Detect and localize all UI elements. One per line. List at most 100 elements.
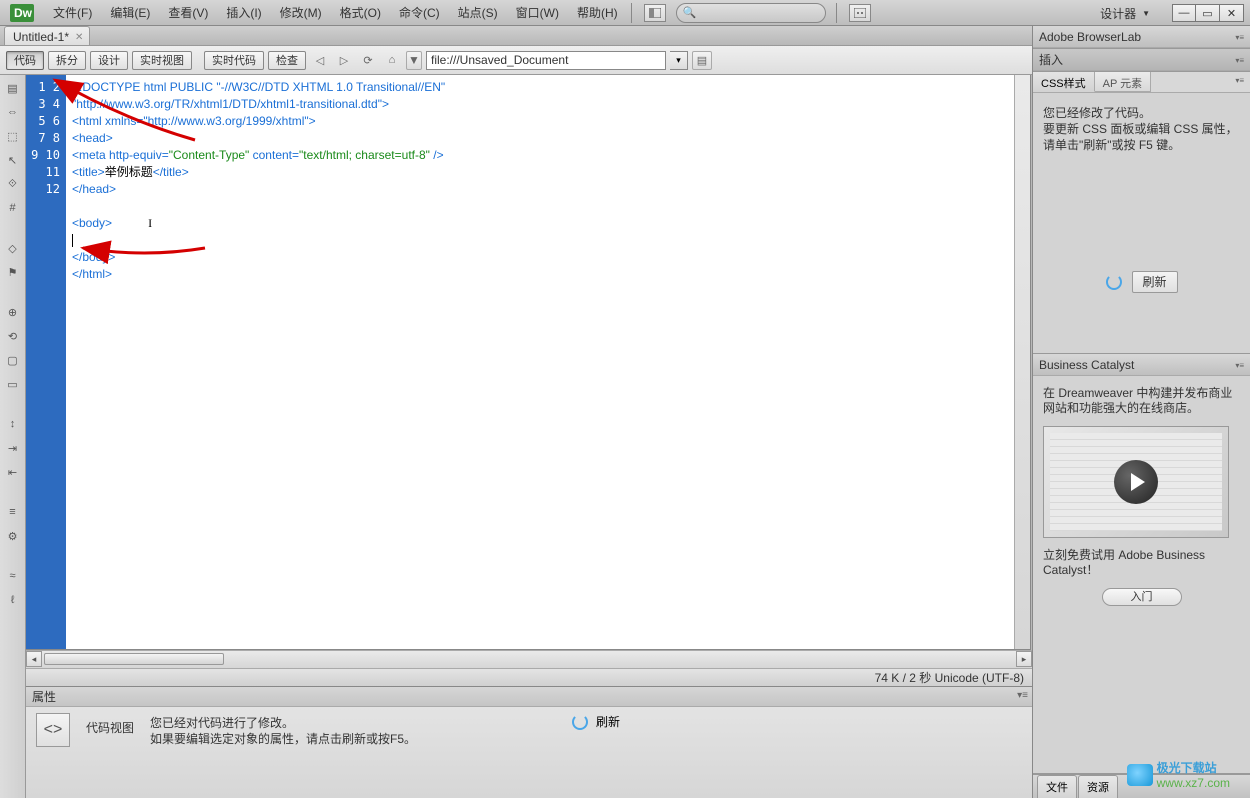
panel-menu-icon[interactable]: ▾≡ xyxy=(1235,56,1244,65)
line-numbers-icon[interactable]: # xyxy=(4,199,22,217)
menu-file[interactable]: 文件(F) xyxy=(44,0,101,26)
indent-icon[interactable]: ⇥ xyxy=(4,439,22,457)
collapse-icon[interactable]: ⇔ xyxy=(4,103,22,121)
close-button[interactable]: ✕ xyxy=(1220,4,1244,22)
get-started-button[interactable]: 入门 xyxy=(1102,588,1182,606)
format-icon[interactable]: ≡ xyxy=(4,503,22,521)
scroll-left-icon[interactable]: ◂ xyxy=(26,651,42,667)
menu-modify[interactable]: 修改(M) xyxy=(271,0,331,26)
code-view-icon: <> xyxy=(36,713,70,747)
code-content[interactable]: <!DOCTYPE html PUBLIC "-//W3C//DTD XHTML… xyxy=(66,75,1014,649)
panel-menu-icon[interactable]: ▾≡ xyxy=(1235,361,1244,370)
layout-icon[interactable] xyxy=(644,4,666,22)
refresh-icon xyxy=(1105,274,1121,290)
document-tab[interactable]: Untitled-1* ✕ xyxy=(4,26,90,45)
properties-message: 您已经对代码进行了修改。 如果要编辑选定对象的属性，请点击刷新或按F5。 xyxy=(150,713,416,747)
remove-comment-icon[interactable]: ⟲ xyxy=(4,327,22,345)
recent-snippets-icon[interactable]: ▭ xyxy=(4,375,22,393)
apply-comment-icon[interactable]: ⊕ xyxy=(4,303,22,321)
misc-icon[interactable]: ℓ xyxy=(4,591,22,609)
panel-menu-icon[interactable]: ▾≡ xyxy=(1017,690,1028,701)
close-icon[interactable]: ✕ xyxy=(75,32,83,43)
wrap-tag-icon[interactable]: ▢ xyxy=(4,351,22,369)
search-icon: 🔍 xyxy=(683,6,697,19)
menu-window[interactable]: 窗口(W) xyxy=(507,0,568,26)
business-catalyst-body: 在 Dreamweaver 中构建并发布商业网站和功能强大的在线商店。 立刻免费… xyxy=(1033,376,1250,773)
options-icon[interactable]: ⚙ xyxy=(4,527,22,545)
tab-css-styles[interactable]: CSS样式 xyxy=(1033,72,1095,92)
tab-assets[interactable]: 资源 xyxy=(1078,775,1118,798)
app-logo: Dw xyxy=(6,2,38,24)
menu-view[interactable]: 查看(V) xyxy=(159,0,217,26)
line-gutter: 1 2 3 4 5 6 7 8 9 10 11 12 xyxy=(26,75,66,649)
separator xyxy=(631,3,632,23)
properties-panel: 属性 ▾≡ <> 代码视图 您已经对代码进行了修改。 如果要编辑选定对象的属性，… xyxy=(26,686,1032,798)
url-dropdown-icon[interactable]: ▾ xyxy=(670,51,688,70)
browse-icon[interactable]: ▤ xyxy=(692,51,712,70)
move-icon[interactable]: ↕ xyxy=(4,415,22,433)
menu-bar: Dw 文件(F) 编辑(E) 查看(V) 插入(I) 修改(M) 格式(O) 命… xyxy=(0,0,1250,26)
inspect-button[interactable]: 检查 xyxy=(268,51,306,70)
horizontal-scrollbar[interactable]: ◂ ▸ xyxy=(26,650,1032,668)
code-view-button[interactable]: 代码 xyxy=(6,51,44,70)
business-catalyst-header[interactable]: Business Catalyst▾≡ xyxy=(1033,354,1250,376)
menu-command[interactable]: 命令(C) xyxy=(390,0,449,26)
url-type-dropdown[interactable]: ▼ xyxy=(406,51,422,70)
refresh-icon xyxy=(572,714,588,730)
status-text: 74 K / 2 秒 Unicode (UTF-8) xyxy=(875,669,1024,686)
highlight-icon[interactable]: ◇ xyxy=(4,239,22,257)
split-view-button[interactable]: 拆分 xyxy=(48,51,86,70)
live-view-button[interactable]: 实时视图 xyxy=(132,51,192,70)
code-toolbar: ▤ ⇔ ⬚ ↖ ⟐ # ◇ ⚑ ⊕ ⟲ ▢ ▭ ↕ ⇥ ⇤ ≡ ⚙ ≈ ℓ xyxy=(0,75,26,798)
expand-icon[interactable]: ⬚ xyxy=(4,127,22,145)
code-editor[interactable]: 1 2 3 4 5 6 7 8 9 10 11 12 <!DOCTYPE htm… xyxy=(26,75,1031,650)
menu-format[interactable]: 格式(O) xyxy=(331,0,390,26)
menu-site[interactable]: 站点(S) xyxy=(449,0,507,26)
workspace-switcher[interactable]: 设计器▼ xyxy=(1094,3,1156,24)
properties-refresh[interactable]: 刷新 xyxy=(572,713,620,730)
menu-insert[interactable]: 插入(I) xyxy=(217,0,270,26)
menu-items: 文件(F) 编辑(E) 查看(V) 插入(I) 修改(M) 格式(O) 命令(C… xyxy=(44,0,627,26)
forward-icon[interactable]: ▷ xyxy=(334,51,354,70)
balance-icon[interactable]: ⟐ xyxy=(4,175,22,193)
browserlab-panel-header[interactable]: Adobe BrowserLab▾≡ xyxy=(1033,26,1250,48)
editor-column: 1 2 3 4 5 6 7 8 9 10 11 12 <!DOCTYPE htm… xyxy=(26,75,1032,798)
minimize-button[interactable]: — xyxy=(1172,4,1196,22)
design-view-button[interactable]: 设计 xyxy=(90,51,128,70)
menu-help[interactable]: 帮助(H) xyxy=(568,0,627,26)
open-docs-icon[interactable]: ▤ xyxy=(4,79,22,97)
back-icon[interactable]: ◁ xyxy=(310,51,330,70)
document-tab-label: Untitled-1* xyxy=(13,30,69,44)
window-controls: — ▭ ✕ xyxy=(1172,4,1244,22)
tab-ap-elements[interactable]: AP 元素 xyxy=(1095,72,1152,92)
work-area: ▤ ⇔ ⬚ ↖ ⟐ # ◇ ⚑ ⊕ ⟲ ▢ ▭ ↕ ⇥ ⇤ ≡ ⚙ ≈ ℓ 1 … xyxy=(0,75,1032,798)
outdent-icon[interactable]: ⇤ xyxy=(4,463,22,481)
css-panel-body: 您已经修改了代码。 要更新 CSS 面板或编辑 CSS 属性，请单击"刷新"或按… xyxy=(1033,93,1250,353)
select-parent-icon[interactable]: ↖ xyxy=(4,151,22,169)
vertical-scrollbar[interactable] xyxy=(1014,75,1030,649)
panel-menu-icon[interactable]: ▾≡ xyxy=(1235,33,1244,42)
properties-header[interactable]: 属性 ▾≡ xyxy=(26,687,1032,707)
scroll-right-icon[interactable]: ▸ xyxy=(1016,651,1032,667)
syntax-error-icon[interactable]: ⚑ xyxy=(4,263,22,281)
video-thumbnail[interactable] xyxy=(1043,426,1229,538)
home-icon[interactable]: ⌂ xyxy=(382,51,402,70)
sync-icon[interactable]: ≈ xyxy=(4,567,22,585)
right-panels: Adobe BrowserLab▾≡ 插入▾≡ CSS样式 AP 元素 ▾≡ 您… xyxy=(1032,26,1250,798)
tab-files[interactable]: 文件 xyxy=(1037,775,1077,798)
css-refresh-button[interactable]: 刷新 xyxy=(1105,271,1177,293)
properties-label: 代码视图 xyxy=(86,713,134,736)
separator xyxy=(836,3,837,23)
url-field[interactable]: file:///Unsaved_Document xyxy=(426,51,666,70)
refresh-icon[interactable]: ⟳ xyxy=(358,51,378,70)
menu-edit[interactable]: 编辑(E) xyxy=(101,0,159,26)
scrollbar-thumb[interactable] xyxy=(44,653,224,665)
search-box[interactable]: 🔍 xyxy=(676,3,826,23)
panel-menu-icon[interactable]: ▾≡ xyxy=(1229,72,1250,92)
maximize-button[interactable]: ▭ xyxy=(1196,4,1220,22)
svg-text:Dw: Dw xyxy=(14,6,33,20)
play-icon xyxy=(1114,460,1158,504)
live-code-button[interactable]: 实时代码 xyxy=(204,51,264,70)
extension-icon[interactable] xyxy=(849,4,871,22)
insert-panel-header[interactable]: 插入▾≡ xyxy=(1033,49,1250,71)
